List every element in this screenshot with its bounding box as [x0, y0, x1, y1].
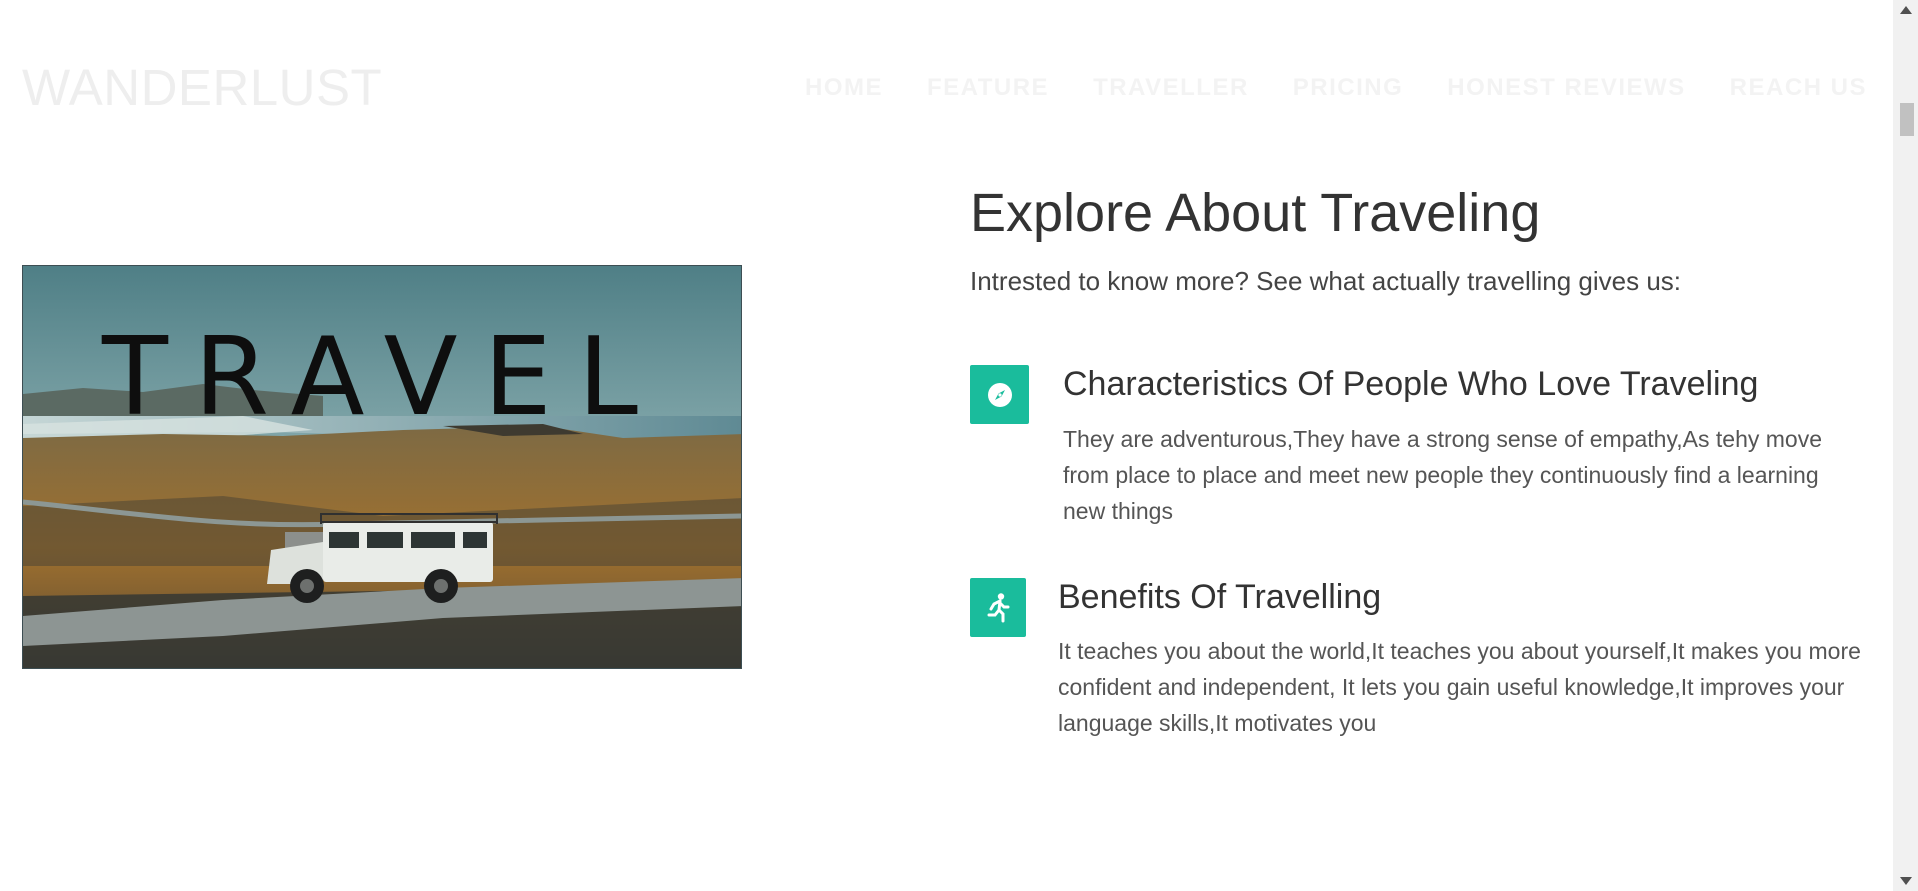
- scroll-down-arrow-icon[interactable]: [1900, 877, 1912, 885]
- nav-feature[interactable]: FEATURE: [927, 74, 1049, 102]
- section-title: Explore About Traveling: [970, 183, 1541, 243]
- nav-traveller[interactable]: TRAVELLER: [1093, 74, 1249, 102]
- page: WANDERLUST HOME FEATURE TRAVELLER PRICIN…: [0, 0, 1893, 891]
- nav-pricing[interactable]: PRICING: [1293, 74, 1404, 102]
- vertical-scrollbar[interactable]: [1893, 0, 1918, 891]
- compass-icon: [970, 365, 1029, 424]
- scroll-up-arrow-icon[interactable]: [1900, 6, 1912, 14]
- section-subtitle: Intrested to know more? See what actuall…: [970, 266, 1682, 296]
- nav-honest-reviews[interactable]: HONEST REVIEWS: [1447, 74, 1685, 102]
- main-nav: HOME FEATURE TRAVELLER PRICING HONEST RE…: [805, 74, 1867, 102]
- feature-title-benefits: Benefits Of Travelling: [1058, 578, 1382, 616]
- brand-logo[interactable]: WANDERLUST: [22, 58, 382, 117]
- feature-text-benefits: It teaches you about the world,It teache…: [1058, 638, 1861, 736]
- scrollbar-thumb[interactable]: [1900, 103, 1914, 136]
- nav-home[interactable]: HOME: [805, 74, 883, 102]
- nav-reach-us[interactable]: REACH US: [1730, 74, 1867, 102]
- travel-photo-illustration: TRAVEL: [23, 266, 741, 668]
- running-person-icon: [970, 578, 1026, 637]
- travel-photo: TRAVEL: [22, 265, 742, 669]
- photo-travel-text: TRAVEL: [101, 315, 664, 440]
- feature-title-characteristics: Characteristics Of People Who Love Trave…: [1063, 365, 1759, 403]
- feature-text-characteristics: They are adventurous,They have a strong …: [1063, 426, 1822, 524]
